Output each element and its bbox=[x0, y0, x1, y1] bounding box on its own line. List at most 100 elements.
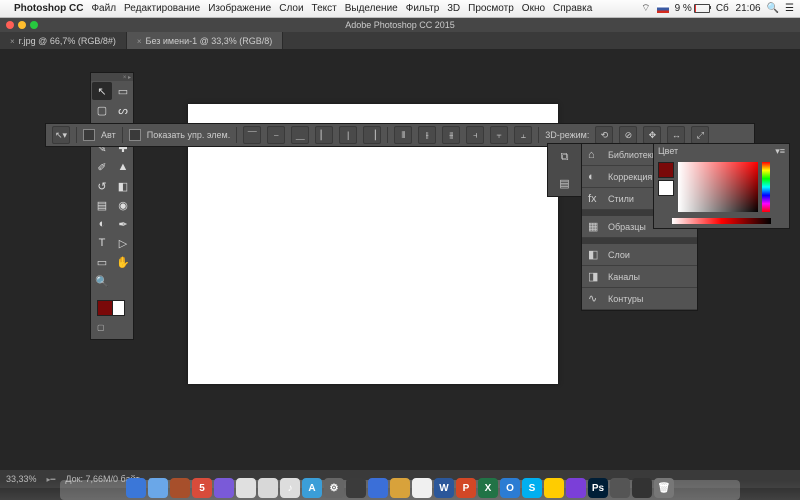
search-icon[interactable]: 🔍 bbox=[767, 3, 779, 14]
dock-app[interactable] bbox=[368, 478, 388, 498]
quick-mask-toggle[interactable]: ▢ bbox=[97, 323, 127, 332]
roll-3d-icon[interactable]: ⊘ bbox=[619, 126, 637, 144]
pen-tool[interactable]: ✒ bbox=[113, 215, 133, 233]
menu-просмотр[interactable]: Просмотр bbox=[468, 3, 514, 14]
shape-tool[interactable]: ▭ bbox=[92, 253, 112, 271]
dock-app[interactable] bbox=[346, 478, 366, 498]
tool-preset-picker[interactable]: ↖▾ bbox=[52, 126, 70, 144]
dock-app[interactable]: Ps bbox=[588, 478, 608, 498]
marquee-tool[interactable]: ▢ bbox=[92, 101, 112, 119]
wifi-icon[interactable]: ⌔ bbox=[641, 2, 650, 15]
color-field[interactable] bbox=[678, 162, 758, 212]
history-brush-tool[interactable]: ↺ bbox=[92, 177, 112, 195]
align-right-icon[interactable]: ▕ bbox=[363, 126, 381, 144]
gradient-tool[interactable]: ▤ bbox=[92, 196, 112, 214]
distribute-bottom-icon[interactable]: ⫵ bbox=[442, 126, 460, 144]
menu-3d[interactable]: 3D bbox=[447, 3, 460, 14]
dock-app[interactable] bbox=[170, 478, 190, 498]
dock-app[interactable]: O bbox=[500, 478, 520, 498]
zoom-tool[interactable]: 🔍 bbox=[92, 272, 112, 290]
align-left-icon[interactable]: ▏ bbox=[315, 126, 333, 144]
dock-app[interactable]: P bbox=[456, 478, 476, 498]
dock-app[interactable] bbox=[566, 478, 586, 498]
dock-app[interactable] bbox=[544, 478, 564, 498]
history-panel-icon[interactable]: ⧉ bbox=[555, 148, 575, 166]
notification-center-icon[interactable]: ☰ bbox=[785, 3, 794, 14]
dock-app[interactable]: ♪ bbox=[280, 478, 300, 498]
dodge-tool[interactable]: ◐ bbox=[92, 215, 112, 233]
distribute-hcenter-icon[interactable]: ⫟ bbox=[490, 126, 508, 144]
menu-изображение[interactable]: Изображение bbox=[208, 3, 271, 14]
menu-справка[interactable]: Справка bbox=[553, 3, 592, 14]
eraser-tool[interactable]: ◧ bbox=[113, 177, 133, 195]
dock-app[interactable] bbox=[148, 478, 168, 498]
panel-drag-handle[interactable]: × ▸ bbox=[91, 73, 133, 81]
dock-app[interactable]: S bbox=[522, 478, 542, 498]
dock-app[interactable]: 🗑 bbox=[654, 478, 674, 498]
battery-indicator[interactable]: 9 % bbox=[675, 3, 710, 14]
foreground-color-swatch[interactable] bbox=[97, 300, 113, 316]
dock-app[interactable] bbox=[126, 478, 146, 498]
panel-menu-icon[interactable]: ▾≡ bbox=[775, 146, 785, 157]
autoselect-checkbox[interactable] bbox=[83, 129, 95, 141]
align-vcenter-icon[interactable]: ⎯ bbox=[267, 126, 285, 144]
dock-app[interactable]: W bbox=[434, 478, 454, 498]
slide-3d-icon[interactable]: ↔ bbox=[667, 126, 685, 144]
close-window-button[interactable] bbox=[6, 21, 14, 29]
panel-paths[interactable]: ∿Контуры bbox=[582, 288, 697, 310]
zoom-window-button[interactable] bbox=[30, 21, 38, 29]
move-tool[interactable]: ↖ bbox=[92, 82, 112, 100]
hue-slider[interactable] bbox=[762, 162, 770, 212]
stamp-tool[interactable]: ▲ bbox=[113, 158, 133, 176]
dock-app[interactable] bbox=[412, 478, 432, 498]
panel-layers[interactable]: ◧Слои bbox=[582, 244, 697, 266]
dock-app[interactable] bbox=[214, 478, 234, 498]
dock-app[interactable] bbox=[236, 478, 256, 498]
close-tab-icon[interactable]: × bbox=[137, 37, 142, 46]
align-bottom-icon[interactable]: ⎽ bbox=[291, 126, 309, 144]
artboard-tool[interactable]: ▭ bbox=[113, 82, 133, 100]
menu-выделение[interactable]: Выделение bbox=[345, 3, 398, 14]
dock-app[interactable] bbox=[258, 478, 278, 498]
hand-tool[interactable]: ✋ bbox=[113, 253, 133, 271]
path-select-tool[interactable]: ▷ bbox=[113, 234, 133, 252]
color-panel-bg-swatch[interactable] bbox=[658, 180, 674, 196]
pan-3d-icon[interactable]: ✥ bbox=[643, 126, 661, 144]
panel-channels[interactable]: ◨Каналы bbox=[582, 266, 697, 288]
distribute-vcenter-icon[interactable]: ⫲ bbox=[418, 126, 436, 144]
type-tool[interactable]: T bbox=[92, 234, 112, 252]
scale-3d-icon[interactable]: ⤢ bbox=[691, 126, 709, 144]
align-top-icon[interactable]: ⎺ bbox=[243, 126, 261, 144]
show-controls-checkbox[interactable] bbox=[129, 129, 141, 141]
menu-текст[interactable]: Текст bbox=[312, 3, 337, 14]
menu-окно[interactable]: Окно bbox=[522, 3, 545, 14]
close-tab-icon[interactable]: × bbox=[10, 37, 15, 46]
dock-app[interactable]: A bbox=[302, 478, 322, 498]
color-swatches[interactable]: ▢ bbox=[91, 291, 133, 335]
clock[interactable]: Сб 21:06 bbox=[716, 3, 761, 14]
blur-tool[interactable]: ◉ bbox=[113, 196, 133, 214]
dock-app[interactable] bbox=[390, 478, 410, 498]
document-tab[interactable]: ×Без имени-1 @ 33,3% (RGB/8) bbox=[127, 32, 283, 50]
input-source-flag[interactable] bbox=[657, 5, 669, 13]
dock-app[interactable] bbox=[610, 478, 630, 498]
align-hcenter-icon[interactable]: | bbox=[339, 126, 357, 144]
color-panel-tab[interactable]: Цвет bbox=[658, 146, 678, 156]
dock-app[interactable]: X bbox=[478, 478, 498, 498]
menu-слои[interactable]: Слои bbox=[279, 3, 303, 14]
menu-фильтр[interactable]: Фильтр bbox=[406, 3, 440, 14]
menu-редактирование[interactable]: Редактирование bbox=[124, 3, 200, 14]
lasso-tool[interactable]: ᔕ bbox=[113, 101, 133, 119]
distribute-left-icon[interactable]: ⫞ bbox=[466, 126, 484, 144]
app-menu[interactable]: Photoshop CC bbox=[14, 3, 83, 14]
properties-panel-icon[interactable]: ▤ bbox=[555, 174, 575, 192]
dock-app[interactable] bbox=[632, 478, 652, 498]
document-tab[interactable]: ×r.jpg @ 66,7% (RGB/8#) bbox=[0, 32, 127, 50]
dock-app[interactable]: 5 bbox=[192, 478, 212, 498]
distribute-right-icon[interactable]: ⫠ bbox=[514, 126, 532, 144]
dock-app[interactable]: ⚙ bbox=[324, 478, 344, 498]
distribute-top-icon[interactable]: ⫴ bbox=[394, 126, 412, 144]
color-ramp[interactable] bbox=[672, 218, 771, 224]
color-panel-fg-swatch[interactable] bbox=[658, 162, 674, 178]
orbit-3d-icon[interactable]: ⟲ bbox=[595, 126, 613, 144]
